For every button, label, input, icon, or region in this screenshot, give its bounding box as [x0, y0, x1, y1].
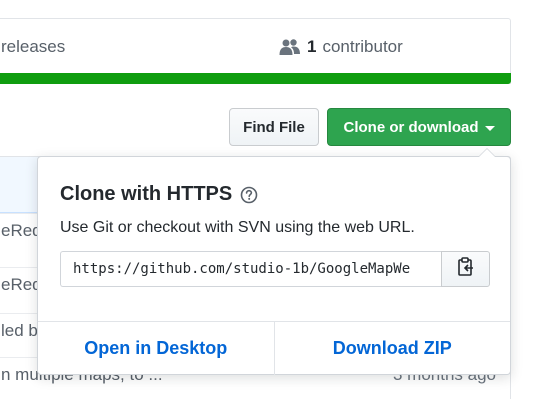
- contributors-count: 1: [307, 37, 317, 56]
- question-circle-icon[interactable]: [240, 186, 258, 204]
- clone-description: Use Git or checkout with SVN using the w…: [60, 219, 415, 236]
- contributors-label: contributor: [322, 37, 403, 56]
- find-file-button[interactable]: Find File: [229, 108, 319, 146]
- copy-url-button[interactable]: [441, 251, 490, 287]
- commit-message: eReq: [1, 275, 42, 294]
- open-in-desktop-label: Open in Desktop: [84, 338, 228, 358]
- clone-title: Clone with HTTPS: [60, 183, 258, 206]
- clippy-icon: [457, 256, 475, 282]
- clone-title-text: Clone with HTTPS: [60, 183, 233, 205]
- people-icon: [279, 38, 301, 56]
- releases-link[interactable]: releases: [1, 37, 65, 57]
- download-zip-label: Download ZIP: [332, 338, 452, 358]
- download-zip-link[interactable]: Download ZIP: [275, 322, 511, 375]
- open-in-desktop-link[interactable]: Open in Desktop: [38, 322, 275, 375]
- language-bar[interactable]: [0, 73, 511, 84]
- repository-page: releases 1 contributor Find File Clone o…: [0, 0, 547, 399]
- caret-down-icon: [484, 125, 495, 131]
- clone-dropdown: Clone with HTTPS Use Git or checkout wit…: [37, 148, 511, 375]
- contributors-link[interactable]: 1 contributor: [279, 37, 403, 57]
- releases-label: releases: [1, 37, 66, 56]
- find-file-label: Find File: [243, 118, 305, 136]
- clone-url-input[interactable]: [60, 251, 441, 287]
- commit-message: eReq: [1, 221, 42, 240]
- clone-url-group: [60, 251, 490, 287]
- clone-button-label: Clone or download: [343, 118, 479, 136]
- clone-dropdown-footer: Open in Desktop Download ZIP: [38, 321, 510, 375]
- commit-message: led b: [1, 321, 38, 340]
